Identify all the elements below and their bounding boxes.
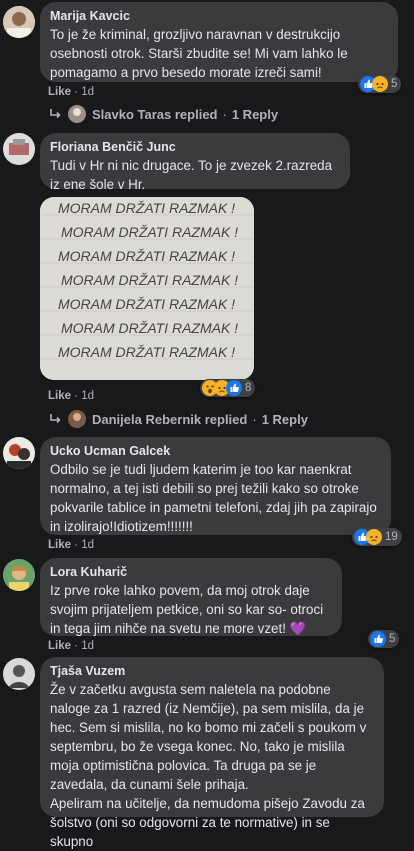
reaction-summary[interactable]: 5	[358, 75, 402, 93]
like-link[interactable]: Like	[48, 640, 71, 652]
timestamp[interactable]: 1d	[81, 390, 94, 402]
author-name[interactable]: Ucko Ucman Galcek	[50, 444, 381, 458]
avatar[interactable]	[3, 559, 35, 591]
reaction-summary[interactable]: 19	[352, 528, 402, 546]
avatar[interactable]	[3, 437, 35, 469]
timestamp[interactable]: 1d	[81, 539, 94, 551]
timestamp[interactable]: 1d	[81, 86, 94, 98]
comment-bubble: Tjaša Vuzem Že v začetku avgusta sem nal…	[40, 657, 384, 849]
view-replies[interactable]: Danijela Rebernik replied · 1 Reply	[48, 410, 308, 428]
replier-avatar	[68, 105, 86, 123]
comment-text: To je že kriminal, grozljivo naravnan v …	[50, 27, 348, 80]
reply-author: Slavko Taras replied	[92, 106, 218, 122]
comment-meta: Like · 1d	[48, 539, 95, 551]
comment-meta: Like · 1d	[48, 390, 95, 402]
reaction-count: 5	[391, 78, 398, 90]
notebook-line: MORAM DRŽATI RAZMAK !	[61, 320, 238, 336]
avatar[interactable]	[3, 133, 35, 165]
comment-text: Že v začetku avgusta sem naletela na pod…	[50, 682, 367, 792]
author-name[interactable]: Tjaša Vuzem	[50, 664, 374, 678]
like-link[interactable]: Like	[48, 86, 71, 98]
reply-count: 1 Reply	[261, 411, 308, 427]
comment-text: Odbilo se je tudi ljudem katerim je too …	[50, 462, 377, 534]
reply-arrow-icon	[50, 109, 61, 119]
reaction-count: 5	[389, 633, 396, 645]
comment-meta: Like · 1d	[48, 86, 95, 98]
like-link[interactable]: Like	[48, 539, 71, 551]
comment-text-paragraph-2: Apeliram na učitelje, da nemudoma pišejo…	[50, 796, 365, 849]
replier-avatar	[68, 410, 86, 428]
comment-meta: Like · 1d	[48, 640, 95, 652]
notebook-line: MORAM DRŽATI RAZMAK !	[58, 200, 235, 216]
comment-bubble: Ucko Ucman Galcek Odbilo se je tudi ljud…	[40, 437, 391, 535]
reaction-summary[interactable]: 5	[368, 630, 400, 648]
comment-bubble: Floriana Benčič Junc Tudi v Hr ni nic dr…	[40, 133, 350, 192]
reply-count: 1 Reply	[231, 106, 279, 122]
author-name[interactable]: Marija Kavcic	[50, 9, 388, 23]
avatar[interactable]	[3, 658, 35, 690]
notebook-line: MORAM DRŽATI RAZMAK !	[58, 344, 235, 360]
avatar[interactable]	[3, 6, 35, 38]
comment-bubble: Lora Kuharič Iz prve roke lahko povem, d…	[40, 558, 342, 636]
comment-bubble: Marija Kavcic To je že kriminal, grozlji…	[40, 2, 398, 82]
reaction-count: 8	[245, 382, 252, 394]
like-reaction-icon	[226, 380, 242, 396]
notebook-line: MORAM DRŽATI RAZMAK !	[61, 224, 238, 240]
view-replies[interactable]: Slavko Taras replied · 1 Reply	[48, 105, 278, 123]
like-reaction-icon	[370, 631, 386, 647]
reaction-count: 19	[385, 531, 398, 543]
author-name[interactable]: Lora Kuharič	[50, 565, 332, 579]
notebook-line: MORAM DRŽATI RAZMAK !	[58, 248, 235, 264]
timestamp[interactable]: 1d	[81, 640, 94, 652]
comment-text: Iz prve roke lahko povem, da moj otrok d…	[50, 583, 324, 636]
notebook-line: MORAM DRŽATI RAZMAK !	[61, 272, 238, 288]
notebook-line: MORAM DRŽATI RAZMAK !	[58, 296, 235, 312]
reaction-summary[interactable]: 8	[200, 379, 256, 397]
sad-reaction-icon	[366, 529, 382, 545]
comment-photo[interactable]: MORAM DRŽATI RAZMAK ! MORAM DRŽATI RAZMAK…	[40, 197, 254, 380]
reply-arrow-icon	[50, 414, 61, 424]
comment-text: Tudi v Hr ni nic drugace. To je zvezek 2…	[50, 158, 333, 192]
author-name[interactable]: Floriana Benčič Junc	[50, 140, 340, 154]
like-link[interactable]: Like	[48, 390, 71, 402]
reply-author: Danijela Rebernik replied	[92, 411, 248, 427]
sad-reaction-icon	[372, 76, 388, 92]
